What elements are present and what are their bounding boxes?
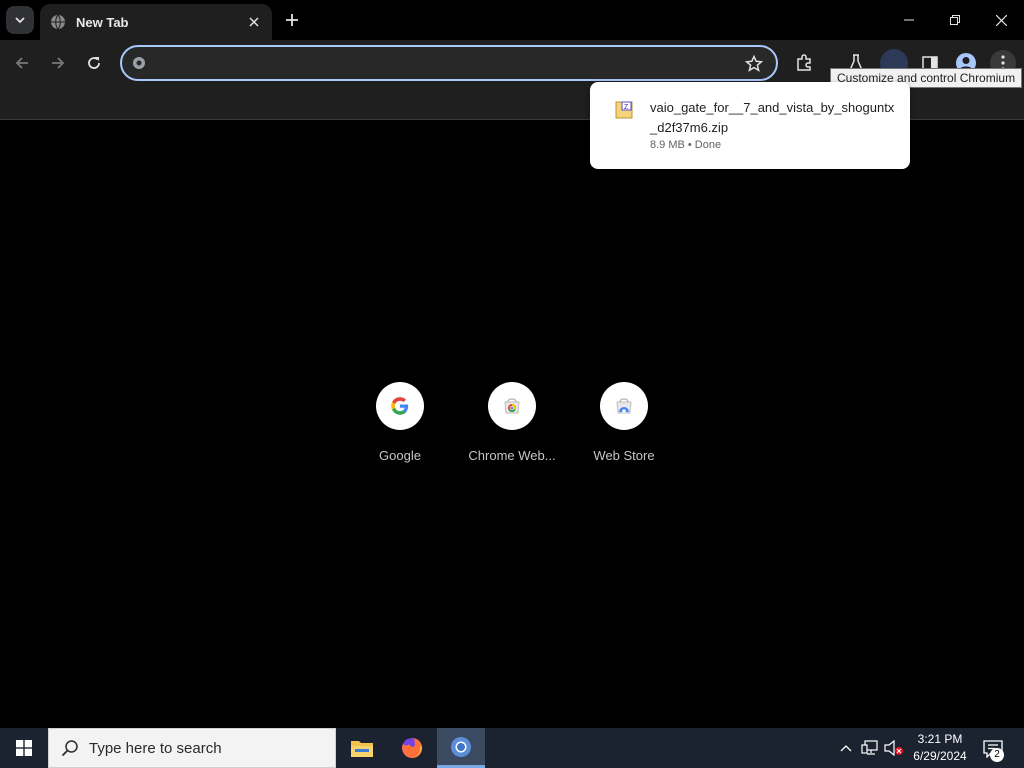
show-hidden-icons-button[interactable] xyxy=(836,738,856,758)
windows-taskbar: Type here to search 3:21 PM 6/29/2024 2 xyxy=(0,728,1024,768)
globe-icon xyxy=(50,14,66,30)
restore-icon xyxy=(950,15,960,25)
plus-icon xyxy=(286,14,298,26)
svg-text:Z: Z xyxy=(624,104,629,111)
arrow-right-icon xyxy=(52,57,65,69)
address-bar[interactable] xyxy=(120,45,778,81)
chevron-down-icon xyxy=(15,17,25,24)
address-input[interactable] xyxy=(156,53,736,73)
reload-button[interactable] xyxy=(80,49,108,77)
back-button[interactable] xyxy=(8,49,36,77)
network-icon xyxy=(861,740,878,755)
download-filename[interactable]: vaio_gate_for__7_and_vista_by_shoguntx_d… xyxy=(650,98,895,138)
download-status: 8.9 MB • Done xyxy=(650,139,722,151)
shortcut-chrome-web-store[interactable]: Chrome Web... xyxy=(456,382,568,472)
close-window-button[interactable] xyxy=(978,0,1024,40)
close-tab-icon[interactable] xyxy=(246,14,262,30)
shortcut-label: Google xyxy=(379,448,421,463)
clock-date: 6/29/2024 xyxy=(913,749,967,763)
forward-button[interactable] xyxy=(44,49,72,77)
zip-file-icon: Z xyxy=(615,101,633,119)
minimize-button[interactable] xyxy=(886,0,932,40)
chevron-up-icon xyxy=(840,745,852,752)
firefox-icon xyxy=(402,737,423,758)
reload-icon xyxy=(88,57,100,69)
restore-button[interactable] xyxy=(932,0,978,40)
search-placeholder: Type here to search xyxy=(89,739,222,757)
shortcut-web-store[interactable]: Web Store xyxy=(568,382,680,472)
speaker-muted-icon xyxy=(884,740,903,756)
google-icon xyxy=(391,397,409,415)
shortcut-label: Chrome Web... xyxy=(468,448,556,463)
shortcut-label: Web Store xyxy=(593,448,655,463)
tab-search-button[interactable] xyxy=(6,6,34,34)
tab-title: New Tab xyxy=(76,14,129,30)
taskbar-search-box[interactable]: Type here to search xyxy=(48,728,336,768)
taskbar-file-explorer[interactable] xyxy=(338,728,386,768)
windows-logo-icon xyxy=(16,740,32,756)
extensions-button[interactable] xyxy=(792,51,816,75)
taskbar-chromium[interactable] xyxy=(437,728,485,768)
taskbar-firefox[interactable] xyxy=(388,728,436,768)
volume-status[interactable] xyxy=(884,738,904,758)
close-icon xyxy=(995,14,1007,26)
chrome-web-store-icon xyxy=(504,398,520,414)
network-status[interactable] xyxy=(860,738,880,758)
clock-time: 3:21 PM xyxy=(917,732,963,746)
arrow-left-icon xyxy=(15,57,28,69)
search-icon xyxy=(61,740,78,757)
bookmark-star-icon[interactable] xyxy=(744,54,764,74)
start-button[interactable] xyxy=(0,728,48,768)
chromium-icon xyxy=(451,736,471,757)
chromium-icon xyxy=(132,56,146,70)
taskbar-clock[interactable]: 3:21 PM 6/29/2024 xyxy=(910,731,970,765)
shortcut-google[interactable]: Google xyxy=(344,382,456,472)
tab-new-tab[interactable]: New Tab xyxy=(40,4,272,40)
notification-count-badge: 2 xyxy=(990,748,1004,762)
minimize-icon xyxy=(904,19,914,21)
folder-icon xyxy=(351,741,373,757)
web-store-icon xyxy=(616,398,632,414)
new-tab-button[interactable] xyxy=(280,8,304,32)
puzzle-icon xyxy=(797,54,811,71)
download-bubble: Z vaio_gate_for__7_and_vista_by_shoguntx… xyxy=(590,82,910,169)
title-bar: New Tab xyxy=(0,0,1024,40)
